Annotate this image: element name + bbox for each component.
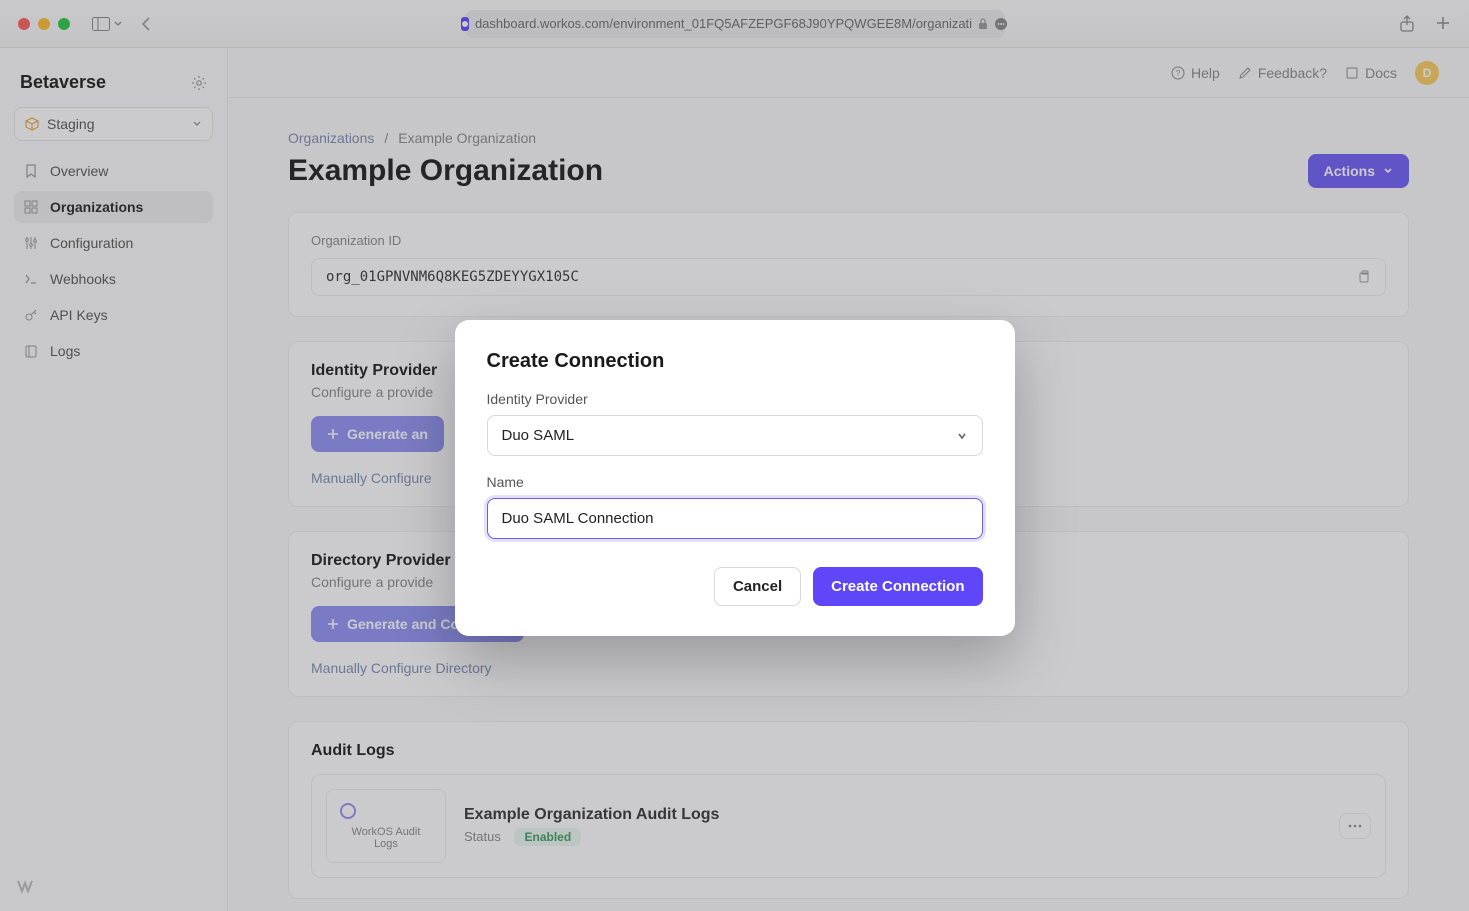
- identity-provider-value: Duo SAML: [502, 427, 575, 444]
- create-connection-modal: Create Connection Identity Provider Duo …: [455, 320, 1015, 636]
- identity-provider-select[interactable]: Duo SAML: [487, 415, 983, 456]
- identity-provider-label: Identity Provider: [487, 391, 983, 407]
- cancel-button[interactable]: Cancel: [714, 567, 801, 606]
- connection-name-input[interactable]: [487, 498, 983, 539]
- modal-title: Create Connection: [487, 350, 983, 373]
- create-connection-button[interactable]: Create Connection: [813, 567, 982, 606]
- chevron-down-icon: [956, 430, 968, 442]
- connection-name-label: Name: [487, 474, 983, 490]
- modal-overlay[interactable]: Create Connection Identity Provider Duo …: [0, 0, 1469, 911]
